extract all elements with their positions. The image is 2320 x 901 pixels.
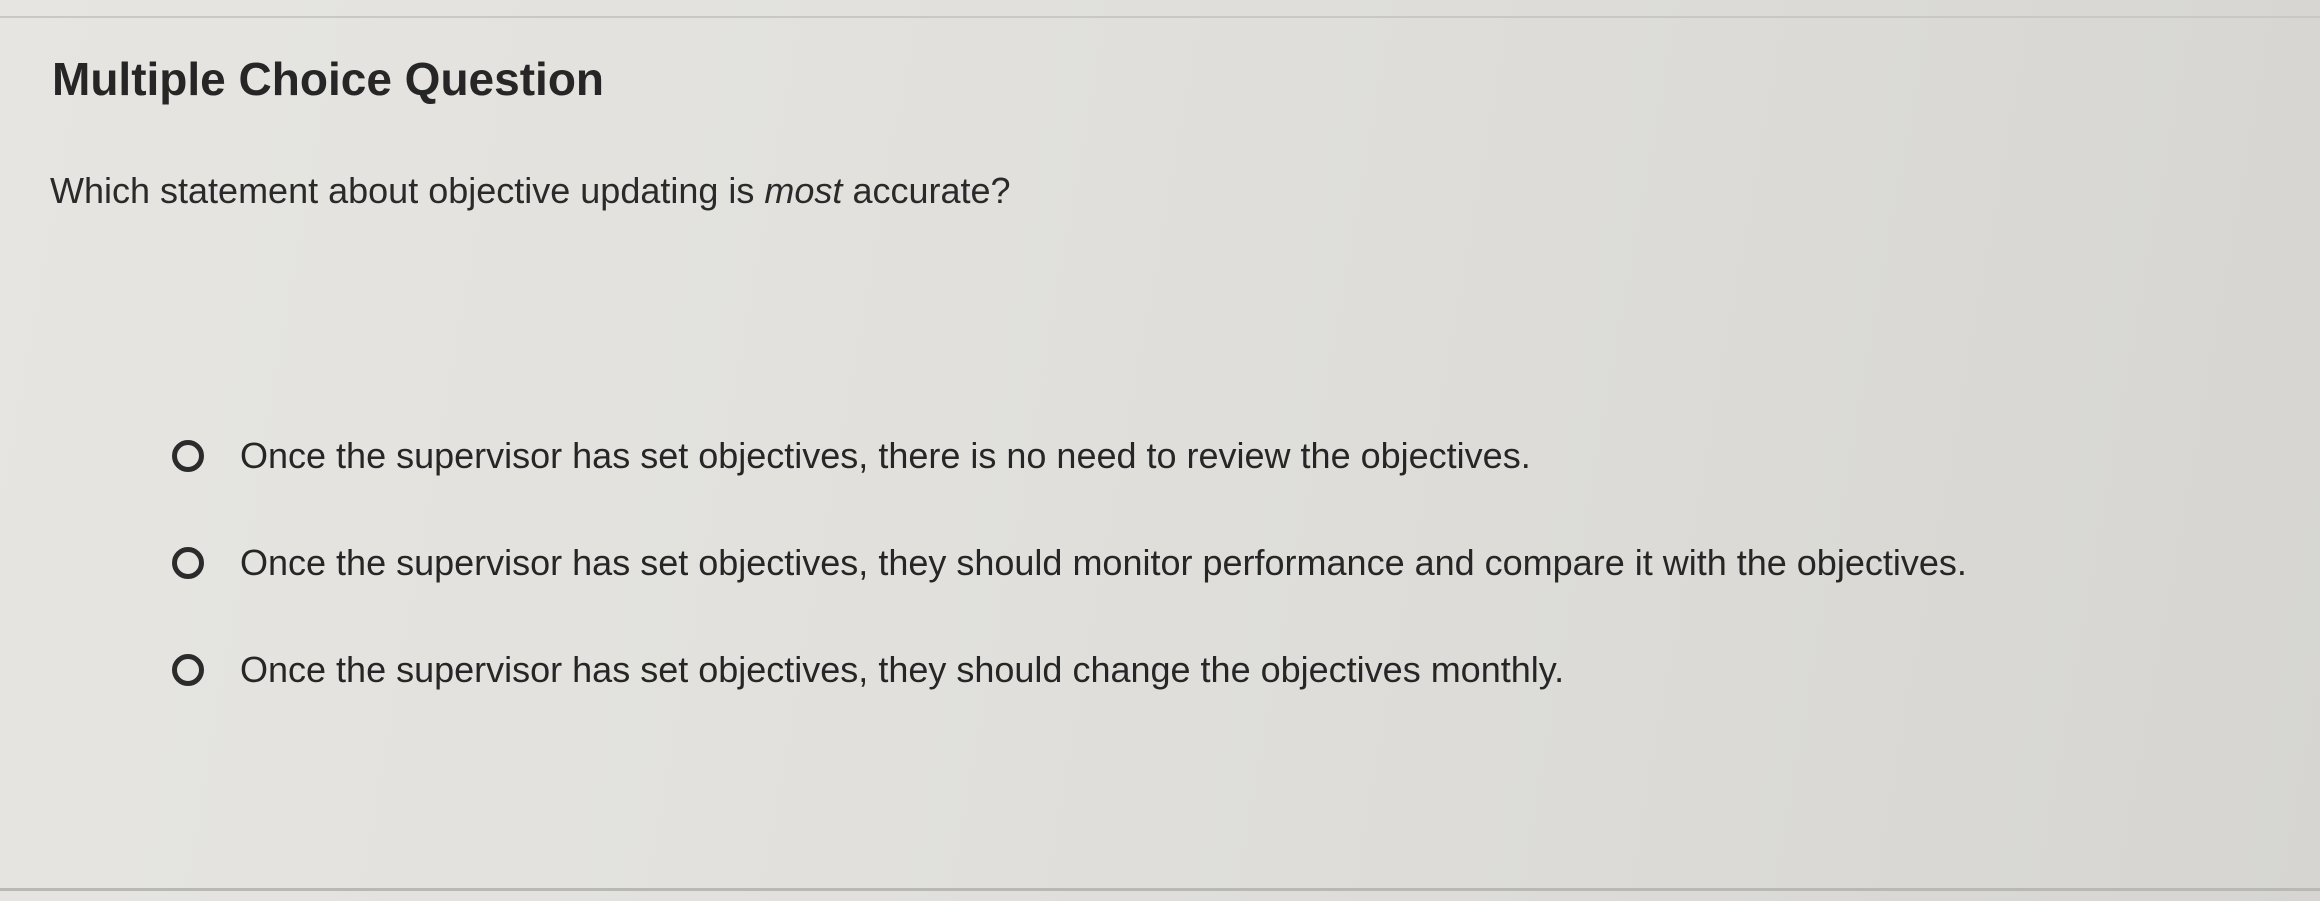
question-text-start: Which statement about objective updating… [50,170,765,211]
answer-options: Once the supervisor has set objectives, … [172,432,2272,694]
radio-unselected-icon[interactable] [172,547,204,579]
answer-option-label[interactable]: Once the supervisor has set objectives, … [240,435,1531,477]
answer-option-1[interactable]: Once the supervisor has set objectives, … [172,432,2272,480]
question-text-end: accurate? [842,170,1011,211]
question-text: Which statement about objective updating… [50,170,1011,212]
answer-option-label[interactable]: Once the supervisor has set objectives, … [240,649,1564,691]
bottom-divider [0,888,2320,891]
page-title: Multiple Choice Question [52,53,605,105]
top-divider [0,16,2320,18]
radio-unselected-icon[interactable] [172,654,204,686]
answer-option-label[interactable]: Once the supervisor has set objectives, … [240,542,1967,584]
question-emphasis: most [764,170,843,211]
radio-unselected-icon[interactable] [172,440,204,472]
answer-option-2[interactable]: Once the supervisor has set objectives, … [172,539,2272,587]
answer-option-3[interactable]: Once the supervisor has set objectives, … [172,646,2272,694]
